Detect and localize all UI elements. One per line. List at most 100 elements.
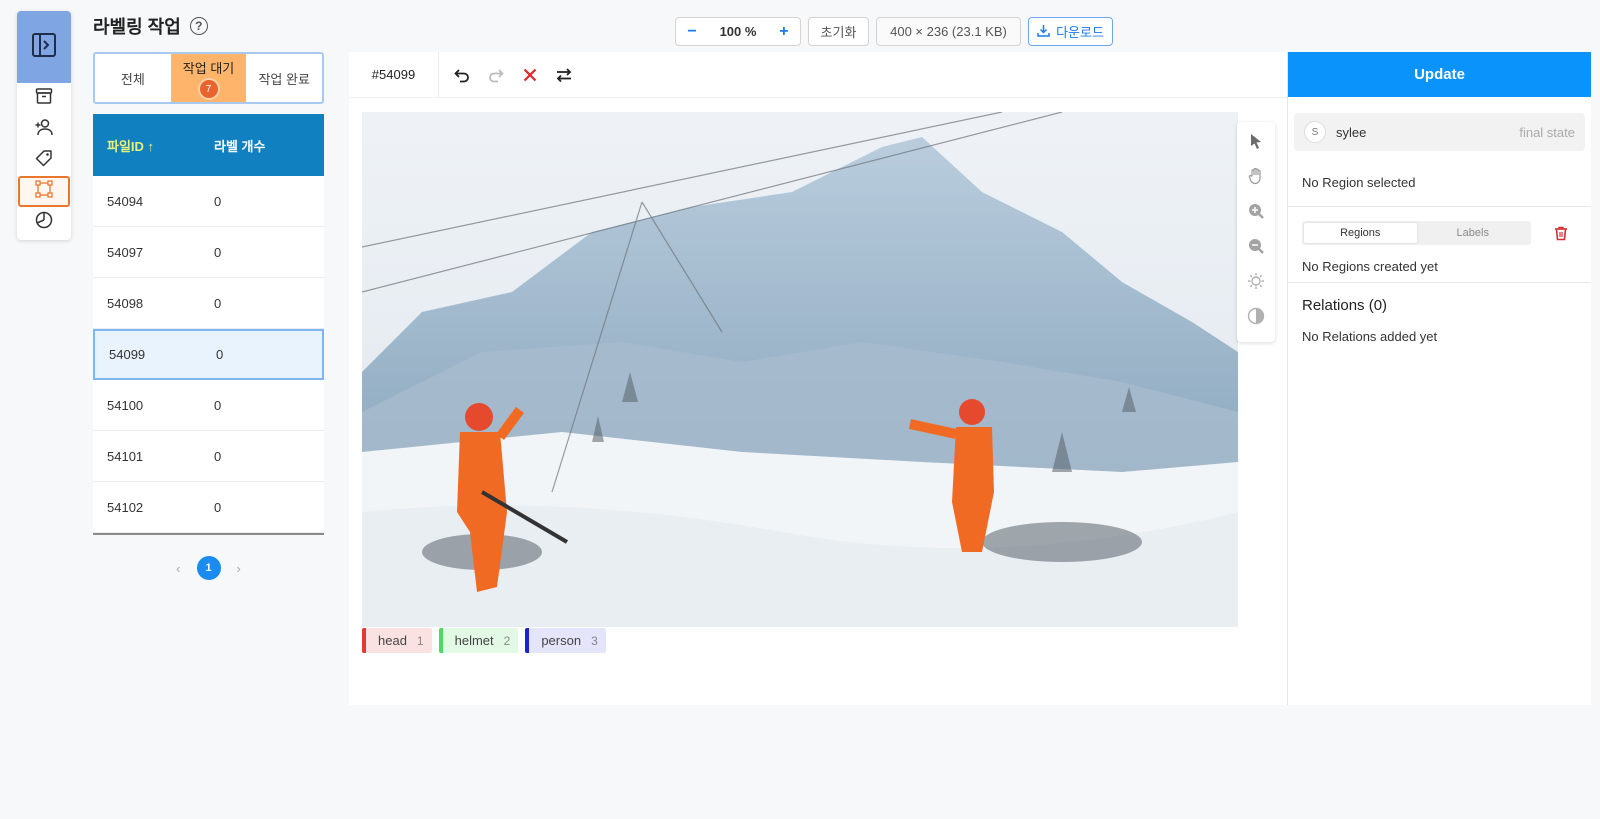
label-count-cell: 0 [214,397,222,413]
file-id-cell: 54094 [107,193,144,209]
nav-item-statistics[interactable] [17,207,71,238]
tag-icon [34,148,54,173]
label-selector: head 1 helmet 2 person 3 [362,628,606,653]
zoom-control: − 100 % + [675,17,801,46]
prev-page-button[interactable]: ‹ [176,561,180,576]
nav-item-tags[interactable] [17,145,71,176]
tab-regions[interactable]: Regions [1304,223,1417,243]
zoom-out-icon[interactable] [1245,235,1267,257]
tab-label: 전체 [120,71,145,87]
label-hotkey: 2 [503,633,511,648]
file-id-cell: 54097 [107,244,144,260]
page-title-text: 라벨링 작업 [93,17,181,37]
column-header-file-id[interactable]: 파일ID ↑ [93,136,214,155]
label-chip-helmet[interactable]: helmet 2 [438,628,519,653]
label-count-cell: 0 [214,193,222,209]
file-id-cell: 54100 [107,397,144,413]
table-row[interactable]: 54100 0 [93,380,324,431]
label-hotkey: 1 [416,633,424,648]
snowy-mountain-photo [362,112,1238,627]
segmented-control: Regions Labels [1302,221,1531,245]
table-row[interactable]: 54098 0 [93,278,324,329]
brightness-icon[interactable] [1245,270,1267,292]
label-name: head [378,633,407,648]
file-table: 파일ID ↑ 라벨 개수 54094 0 54097 0 54098 0 540… [93,114,324,535]
labeling-workspace: #54099 head 1 helmet 2 person 3 [349,51,1287,705]
tab-done[interactable]: 작업 완료 [246,54,322,102]
swap-icon[interactable] [555,66,573,84]
sidebar-toggle-button[interactable] [17,11,71,83]
annotation-state: final state [1519,124,1575,140]
task-id: #54099 [349,51,439,98]
page-title: 라벨링 작업 ? [93,13,208,39]
annotation-side-panel: Update S sylee final state No Region sel… [1287,52,1591,705]
table-row[interactable]: 54097 0 [93,227,324,278]
download-label: 다운로드 [1056,25,1104,40]
reset-button[interactable]: 초기화 [808,17,869,46]
label-name: person [541,633,582,648]
image-info: 400 × 236 (23.1 KB) [876,17,1021,46]
next-page-button[interactable]: › [237,561,241,576]
tab-label: 작업 완료 [258,71,310,87]
label-chip-head[interactable]: head 1 [362,628,432,653]
regions-empty-message: No Regions created yet [1302,259,1438,274]
label-count-cell: 0 [214,295,222,311]
label-count-cell: 0 [214,499,222,515]
zoom-in-icon[interactable] [1245,200,1267,222]
redo-icon[interactable] [487,66,505,84]
trash-icon[interactable] [1553,225,1569,241]
help-icon[interactable]: ? [189,17,208,35]
nav-item-labeling[interactable] [18,176,70,207]
pagination: ‹ 1 › [93,556,324,580]
download-icon [1037,24,1050,40]
region-details-empty: No Region selected [1302,175,1416,190]
select-cursor-icon[interactable] [1245,130,1267,152]
tab-pending[interactable]: 작업 대기 7 [170,54,247,102]
avatar: S [1304,121,1326,143]
pending-count-badge: 7 [199,80,218,98]
label-count-cell: 0 [214,244,222,260]
label-chip-person[interactable]: person 3 [525,628,606,653]
update-button[interactable]: Update [1288,52,1591,97]
download-button[interactable]: 다운로드 [1028,17,1113,46]
add-user-icon [34,117,54,142]
pan-hand-icon[interactable] [1245,165,1267,187]
table-row[interactable]: 54094 0 [93,176,324,227]
history-actions [439,66,573,84]
zoom-level: 100 % [719,24,757,39]
panel-toggle-icon [31,32,57,63]
undo-icon[interactable] [453,66,471,84]
contrast-icon[interactable] [1245,305,1267,327]
nav-item-archive[interactable] [17,83,71,114]
file-id-cell: 54099 [109,347,146,362]
tab-labels[interactable]: Labels [1417,223,1530,243]
file-id-cell: 54102 [107,499,144,515]
file-id-cell: 54098 [107,295,144,311]
table-row[interactable]: 54101 0 [93,431,324,482]
tab-all[interactable]: 전체 [95,54,171,102]
archive-icon [34,86,54,111]
side-navigation [17,11,71,240]
table-row-selected[interactable]: 54099 0 [93,329,324,380]
image-tool-palette [1237,122,1275,342]
user-name: sylee [1336,124,1367,140]
annotation-image[interactable] [362,112,1238,627]
page-button-current[interactable]: 1 [196,556,221,580]
annotation-history-item[interactable]: S sylee final state [1294,113,1585,151]
label-count-cell: 0 [216,347,224,362]
reset-annotations-icon[interactable] [521,66,539,84]
file-id-cell: 54101 [107,448,144,464]
relations-empty-message: No Relations added yet [1302,329,1438,344]
bounding-box-icon [34,179,54,204]
relations-heading: Relations (0) [1302,297,1388,314]
label-count-cell: 0 [214,448,222,464]
table-row[interactable]: 54102 0 [93,482,324,533]
workspace-toolbar: #54099 [349,51,1287,98]
zoom-in-button[interactable]: + [779,23,788,41]
table-header: 파일ID ↑ 라벨 개수 [93,114,324,176]
nav-item-add-user[interactable] [17,114,71,145]
zoom-out-button[interactable]: − [687,23,696,41]
pie-chart-icon [34,210,54,235]
label-hotkey: 3 [591,633,598,648]
column-header-label-count: 라벨 개수 [214,138,266,154]
